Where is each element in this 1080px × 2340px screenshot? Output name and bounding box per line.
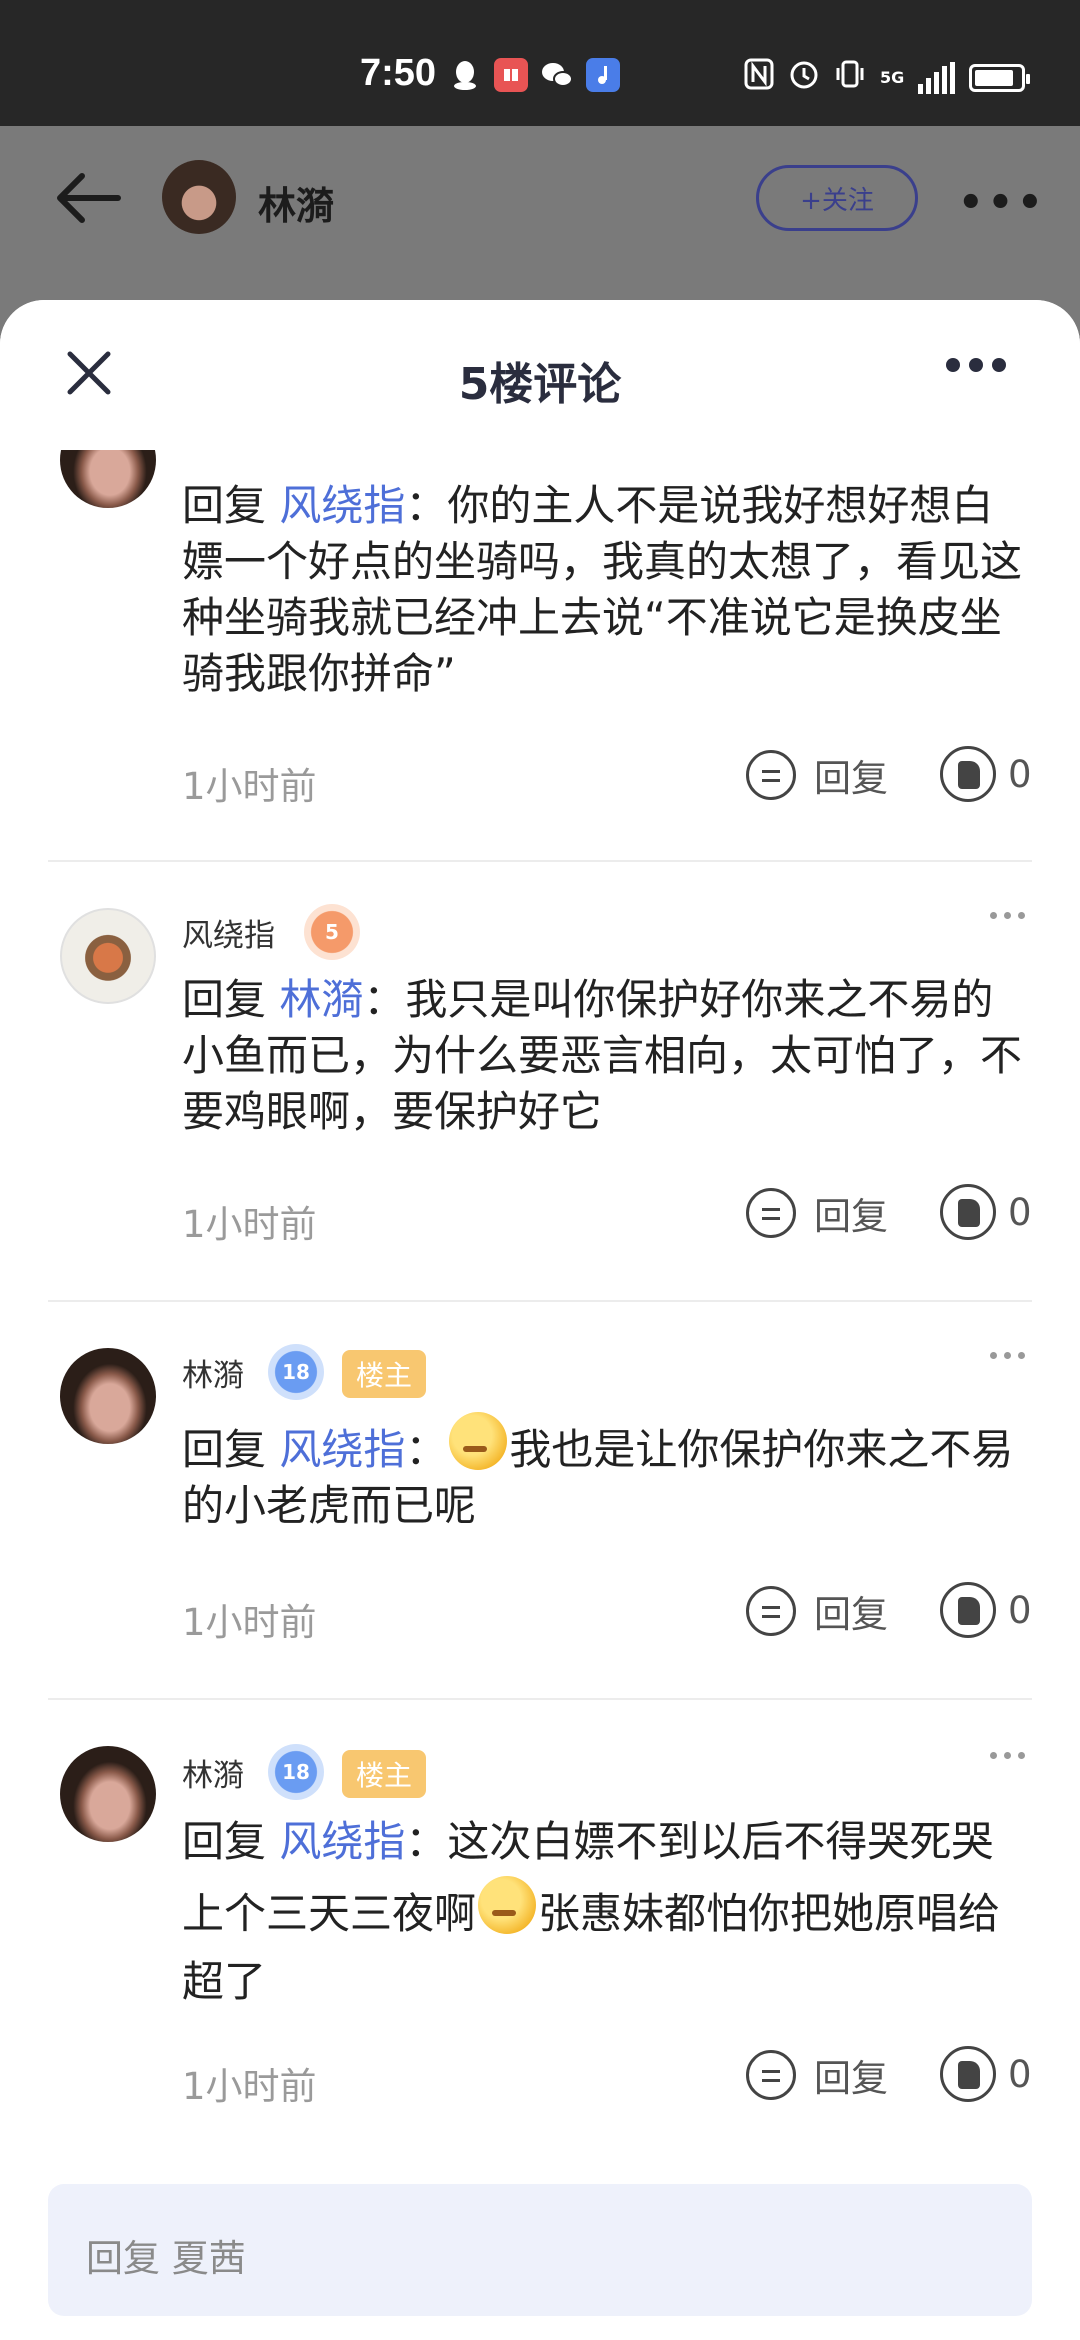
like-icon <box>940 1582 996 1638</box>
status-bar: 7:50 5G <box>0 0 1080 126</box>
sheet-title: 5楼评论 <box>458 359 622 410</box>
thinking-emoji-icon <box>478 1876 537 1934</box>
reply-button[interactable]: 回复 <box>746 2048 888 2102</box>
like-count: 0 <box>1008 752 1032 796</box>
comment-time: 1小时前 <box>182 1601 317 1644</box>
comment-user-name[interactable]: 林漪 <box>182 1750 244 1795</box>
header-avatar[interactable] <box>162 160 236 234</box>
like-button[interactable]: 0 <box>940 1582 1032 1638</box>
reply-input-placeholder: 回复 夏茜 <box>86 2237 246 2280</box>
comment-avatar[interactable] <box>60 908 156 1004</box>
battery-charging-icon <box>969 63 1031 92</box>
book-icon <box>494 58 528 92</box>
comment-user-name[interactable]: 林漪 <box>182 1350 244 1395</box>
comment-time: 1小时前 <box>182 2065 317 2108</box>
reply-button[interactable]: 回复 <box>746 1186 888 1240</box>
level-badge: 18 <box>268 1744 324 1800</box>
back-arrow-icon[interactable] <box>52 168 122 228</box>
header-more-icon[interactable]: ••• <box>958 180 1047 226</box>
follow-button[interactable]: +关注 <box>756 165 918 231</box>
page-header <box>0 126 1080 326</box>
comment-more-icon[interactable] <box>990 1752 1025 1759</box>
like-count: 0 <box>1008 2052 1032 2096</box>
reply-input[interactable]: 回复 夏茜 <box>48 2184 1032 2316</box>
comment-text: 回复 风绕指：你的主人不是说我好想好想白嫖一个好点的坐骑吗，我真的太想了，看见这… <box>182 481 1023 698</box>
nfc-icon <box>744 58 774 97</box>
comment-time: 1小时前 <box>182 765 317 808</box>
vibrate-icon <box>834 58 866 97</box>
system-icons: 5G <box>744 58 1031 97</box>
comment-text: 回复 林漪：我只是叫你保护好你来之不易的小鱼而已，为什么要恶言相向，太可怕了，不… <box>182 975 1023 1136</box>
comment-text: 回复 风绕指： 我也是让你保护你来之不易的小老虎而已呢 <box>182 1412 1022 1534</box>
like-button[interactable]: 0 <box>940 2046 1032 2102</box>
comment-time: 1小时前 <box>182 1203 317 1246</box>
header-user-name[interactable]: 林漪 <box>258 175 334 230</box>
sheet-more-icon[interactable] <box>946 358 1006 372</box>
wechat-icon <box>540 58 574 92</box>
reply-button[interactable]: 回复 <box>746 1584 888 1638</box>
comment-sheet: 5楼评论 回复 风绕指：你的主人不是说我好想好想白嫖一个好点的坐骑吗，我真的太想… <box>0 300 1080 2340</box>
status-time: 7:50 <box>360 52 437 94</box>
alarm-icon <box>788 58 820 97</box>
level-badge: 18 <box>268 1344 324 1400</box>
like-count: 0 <box>1008 1588 1032 1632</box>
qq-icon <box>448 58 482 92</box>
reply-button[interactable]: 回复 <box>746 748 888 802</box>
network-label: 5G <box>880 67 905 87</box>
divider <box>48 1698 1032 1700</box>
mention-link[interactable]: 风绕指 <box>279 1425 405 1474</box>
like-icon <box>940 1184 996 1240</box>
like-icon <box>940 2046 996 2102</box>
divider <box>48 1300 1032 1302</box>
comment-avatar[interactable] <box>60 1348 156 1444</box>
divider <box>48 860 1032 862</box>
like-button[interactable]: 0 <box>940 746 1032 802</box>
op-badge: 楼主 <box>342 1750 427 1798</box>
like-button[interactable]: 0 <box>940 1184 1032 1240</box>
op-badge: 楼主 <box>342 1350 427 1398</box>
comment-user-name[interactable]: 风绕指 <box>182 910 275 955</box>
comment-more-icon[interactable] <box>990 1352 1025 1359</box>
reply-icon <box>746 1188 796 1238</box>
like-icon <box>940 746 996 802</box>
thinking-emoji-icon <box>449 1412 508 1470</box>
comment-text: 回复 风绕指：这次白嫖不到以后不得哭死哭上个三天三夜啊 张惠妹都怕你把她原唱给超了 <box>182 1817 1001 2006</box>
like-count: 0 <box>1008 1190 1032 1234</box>
reply-icon <box>746 750 796 800</box>
sheet-header: 5楼评论 <box>0 300 1080 450</box>
mention-link[interactable]: 林漪 <box>279 975 363 1024</box>
level-badge: 5 <box>304 904 360 960</box>
reply-icon <box>746 2050 796 2100</box>
reply-icon <box>746 1586 796 1636</box>
music-icon <box>586 58 620 92</box>
mention-link[interactable]: 风绕指 <box>279 481 405 530</box>
comment-more-icon[interactable] <box>990 912 1025 919</box>
signal-icon <box>918 61 956 94</box>
comment-avatar[interactable] <box>60 1746 156 1842</box>
mention-link[interactable]: 风绕指 <box>279 1817 405 1866</box>
notification-icons <box>448 58 620 92</box>
